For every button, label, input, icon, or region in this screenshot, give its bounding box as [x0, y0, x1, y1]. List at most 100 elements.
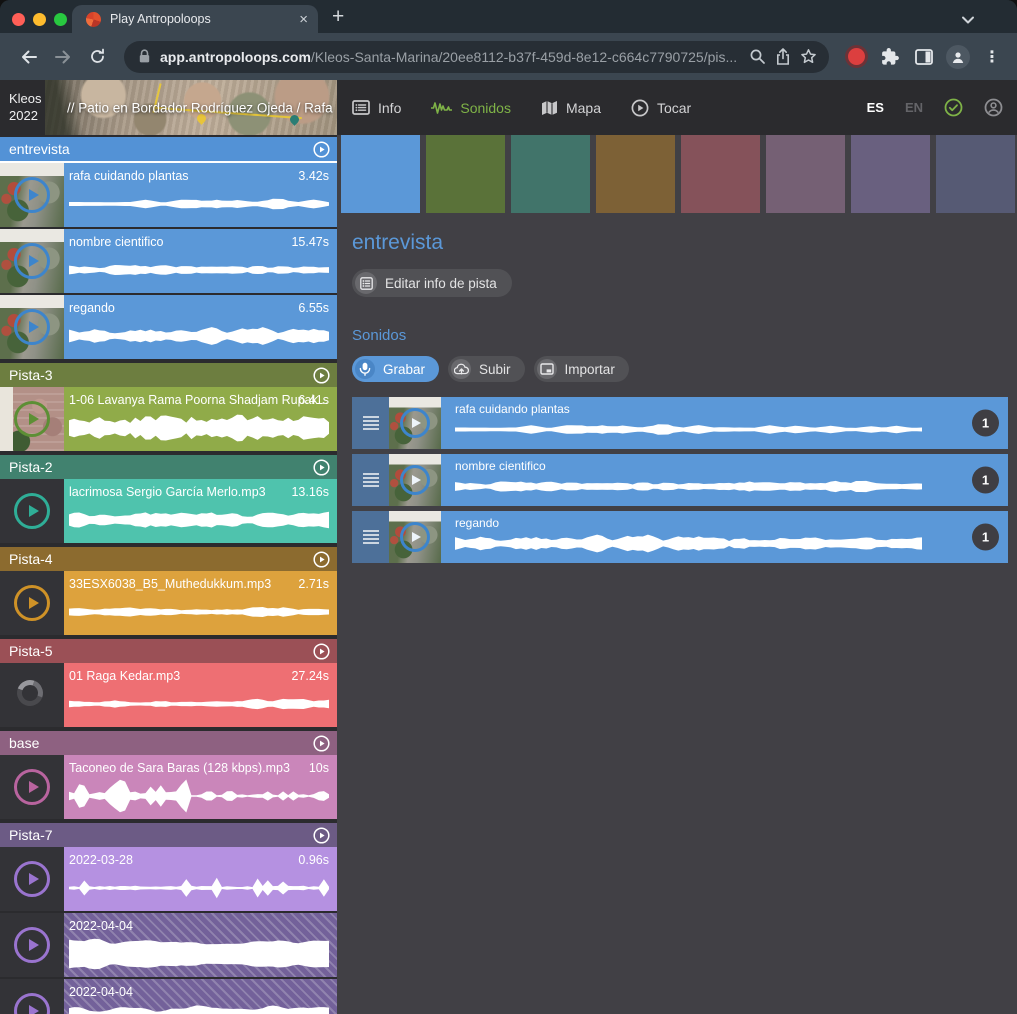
grabar-button[interactable]: Grabar: [352, 356, 439, 382]
play-button[interactable]: [14, 585, 50, 621]
minimize-window-button[interactable]: [33, 13, 46, 26]
tab-close-icon[interactable]: ×: [299, 12, 308, 27]
track-play-icon[interactable]: [313, 827, 330, 844]
clip-thumbnail[interactable]: [0, 755, 64, 819]
clip-2022-04-04[interactable]: 2022-04-04: [0, 913, 337, 977]
lang-es-button[interactable]: ES: [867, 100, 884, 115]
new-tab-button[interactable]: +: [332, 5, 344, 29]
sound-thumbnail[interactable]: [389, 397, 441, 449]
sound-row-regando[interactable]: regando1: [352, 511, 1008, 563]
zoom-window-button[interactable]: [54, 13, 67, 26]
clip-regando[interactable]: regando6.55s: [0, 295, 337, 359]
clip-thumbnail[interactable]: [0, 663, 64, 727]
clip-thumbnail[interactable]: [0, 479, 64, 543]
nav-item-tocar[interactable]: Tocar: [631, 99, 691, 117]
play-button[interactable]: [14, 927, 50, 963]
track-tile-1-selected[interactable]: [341, 135, 420, 213]
drag-handle[interactable]: [352, 511, 389, 563]
sync-check-icon[interactable]: [944, 98, 963, 117]
nav-item-sonidos[interactable]: Sonidos: [431, 100, 511, 116]
browser-tab[interactable]: Play Antropoloops ×: [72, 5, 318, 33]
clip-2022-04-04[interactable]: 2022-04-04: [0, 979, 337, 1014]
sound-row-rafa cuidando plantas[interactable]: rafa cuidando plantas1: [352, 397, 1008, 449]
importar-button[interactable]: Importar: [534, 356, 629, 382]
clip-thumbnail[interactable]: [0, 847, 64, 911]
project-name[interactable]: Kleos 2022: [0, 80, 45, 135]
track-play-icon[interactable]: [313, 459, 330, 476]
play-button[interactable]: [14, 769, 50, 805]
clip-thumbnail[interactable]: [0, 571, 64, 635]
play-button[interactable]: [14, 309, 50, 345]
tab-search-chevron-icon[interactable]: [961, 12, 975, 30]
play-button[interactable]: [14, 177, 50, 213]
track-play-icon[interactable]: [313, 367, 330, 384]
track-header-entrevista[interactable]: entrevista: [0, 137, 337, 163]
clip-01 Raga Kedar.mp3[interactable]: 01 Raga Kedar.mp327.24s: [0, 663, 337, 727]
sound-thumbnail[interactable]: [389, 511, 441, 563]
track-header-Pista-5[interactable]: Pista-5: [0, 639, 337, 663]
clip-duration: 15.47s: [291, 235, 329, 249]
track-tile-4[interactable]: [596, 135, 675, 213]
clip-thumbnail[interactable]: [0, 295, 64, 359]
play-button[interactable]: [14, 243, 50, 279]
track-header-Pista-3[interactable]: Pista-3: [0, 363, 337, 387]
clip-1-06 Lavanya Rama Poorna Shadjam Rupak...[interactable]: 1-06 Lavanya Rama Poorna Shadjam Rupak..…: [0, 387, 337, 451]
track-play-icon[interactable]: [313, 643, 330, 660]
track-play-icon[interactable]: [313, 735, 330, 752]
track-tile-6[interactable]: [766, 135, 845, 213]
side-panel-icon[interactable]: [909, 42, 939, 72]
bookmark-star-icon[interactable]: [800, 48, 817, 65]
nav-item-info[interactable]: Info: [352, 100, 401, 116]
clip-thumbnail[interactable]: [0, 913, 64, 977]
nav-item-mapa[interactable]: Mapa: [541, 100, 601, 116]
track-header-Pista-4[interactable]: Pista-4: [0, 547, 337, 571]
clip-thumbnail[interactable]: [0, 387, 64, 451]
extensions-puzzle-icon[interactable]: [875, 42, 905, 72]
sound-row-nombre cientifico[interactable]: nombre cientifico1: [352, 454, 1008, 506]
track-header-Pista-7[interactable]: Pista-7: [0, 823, 337, 847]
track-tile-7[interactable]: [851, 135, 930, 213]
clip-rafa cuidando plantas[interactable]: rafa cuidando plantas3.42s: [0, 163, 337, 227]
clip-nombre cientifico[interactable]: nombre cientifico15.47s: [0, 229, 337, 293]
profile-avatar[interactable]: [943, 42, 973, 72]
edit-track-info-button[interactable]: Editar info de pista: [352, 269, 512, 297]
clip-33ESX6038_B5_Muthedukkum.mp3[interactable]: 33ESX6038_B5_Muthedukkum.mp32.71s: [0, 571, 337, 635]
play-button[interactable]: [400, 408, 430, 438]
track-tile-2[interactable]: [426, 135, 505, 213]
close-window-button[interactable]: [12, 13, 25, 26]
play-button[interactable]: [400, 465, 430, 495]
play-button[interactable]: [14, 401, 50, 437]
play-button[interactable]: [14, 993, 50, 1014]
forward-icon[interactable]: [48, 42, 78, 72]
play-button[interactable]: [14, 493, 50, 529]
subir-button[interactable]: Subir: [448, 356, 525, 382]
browser-menu-icon[interactable]: ⋮: [977, 42, 1007, 72]
zoom-page-icon[interactable]: [749, 48, 766, 65]
drag-handle[interactable]: [352, 454, 389, 506]
clip-thumbnail[interactable]: [0, 163, 64, 227]
reload-icon[interactable]: [82, 42, 112, 72]
play-button[interactable]: [14, 861, 50, 897]
clip-2022-03-28[interactable]: 2022-03-280.96s: [0, 847, 337, 911]
lang-en-button[interactable]: EN: [905, 100, 923, 115]
map-preview-image[interactable]: // Patio en Bordador Rodríguez Ojeda / R…: [45, 80, 337, 135]
clip-thumbnail[interactable]: [0, 979, 64, 1014]
sound-thumbnail[interactable]: [389, 454, 441, 506]
clip-thumbnail[interactable]: [0, 229, 64, 293]
track-play-icon[interactable]: [313, 141, 330, 158]
track-header-base[interactable]: base: [0, 731, 337, 755]
track-header-Pista-2[interactable]: Pista-2: [0, 455, 337, 479]
track-tile-8[interactable]: [936, 135, 1015, 213]
clip-Taconeo de Sara Baras (128 kbps).mp3[interactable]: Taconeo de Sara Baras (128 kbps).mp310s: [0, 755, 337, 819]
back-icon[interactable]: [14, 42, 44, 72]
track-play-icon[interactable]: [313, 551, 330, 568]
clip-lacrimosa Sergio García Merlo.mp3[interactable]: lacrimosa Sergio García Merlo.mp313.16s: [0, 479, 337, 543]
play-button[interactable]: [400, 522, 430, 552]
address-bar[interactable]: app.antropoloops.com/Kleos-Santa-Marina/…: [124, 41, 829, 73]
record-extension-icon[interactable]: [841, 42, 871, 72]
account-icon[interactable]: [984, 98, 1003, 117]
share-icon[interactable]: [775, 48, 791, 66]
track-tile-5[interactable]: [681, 135, 760, 213]
drag-handle[interactable]: [352, 397, 389, 449]
track-tile-3[interactable]: [511, 135, 590, 213]
